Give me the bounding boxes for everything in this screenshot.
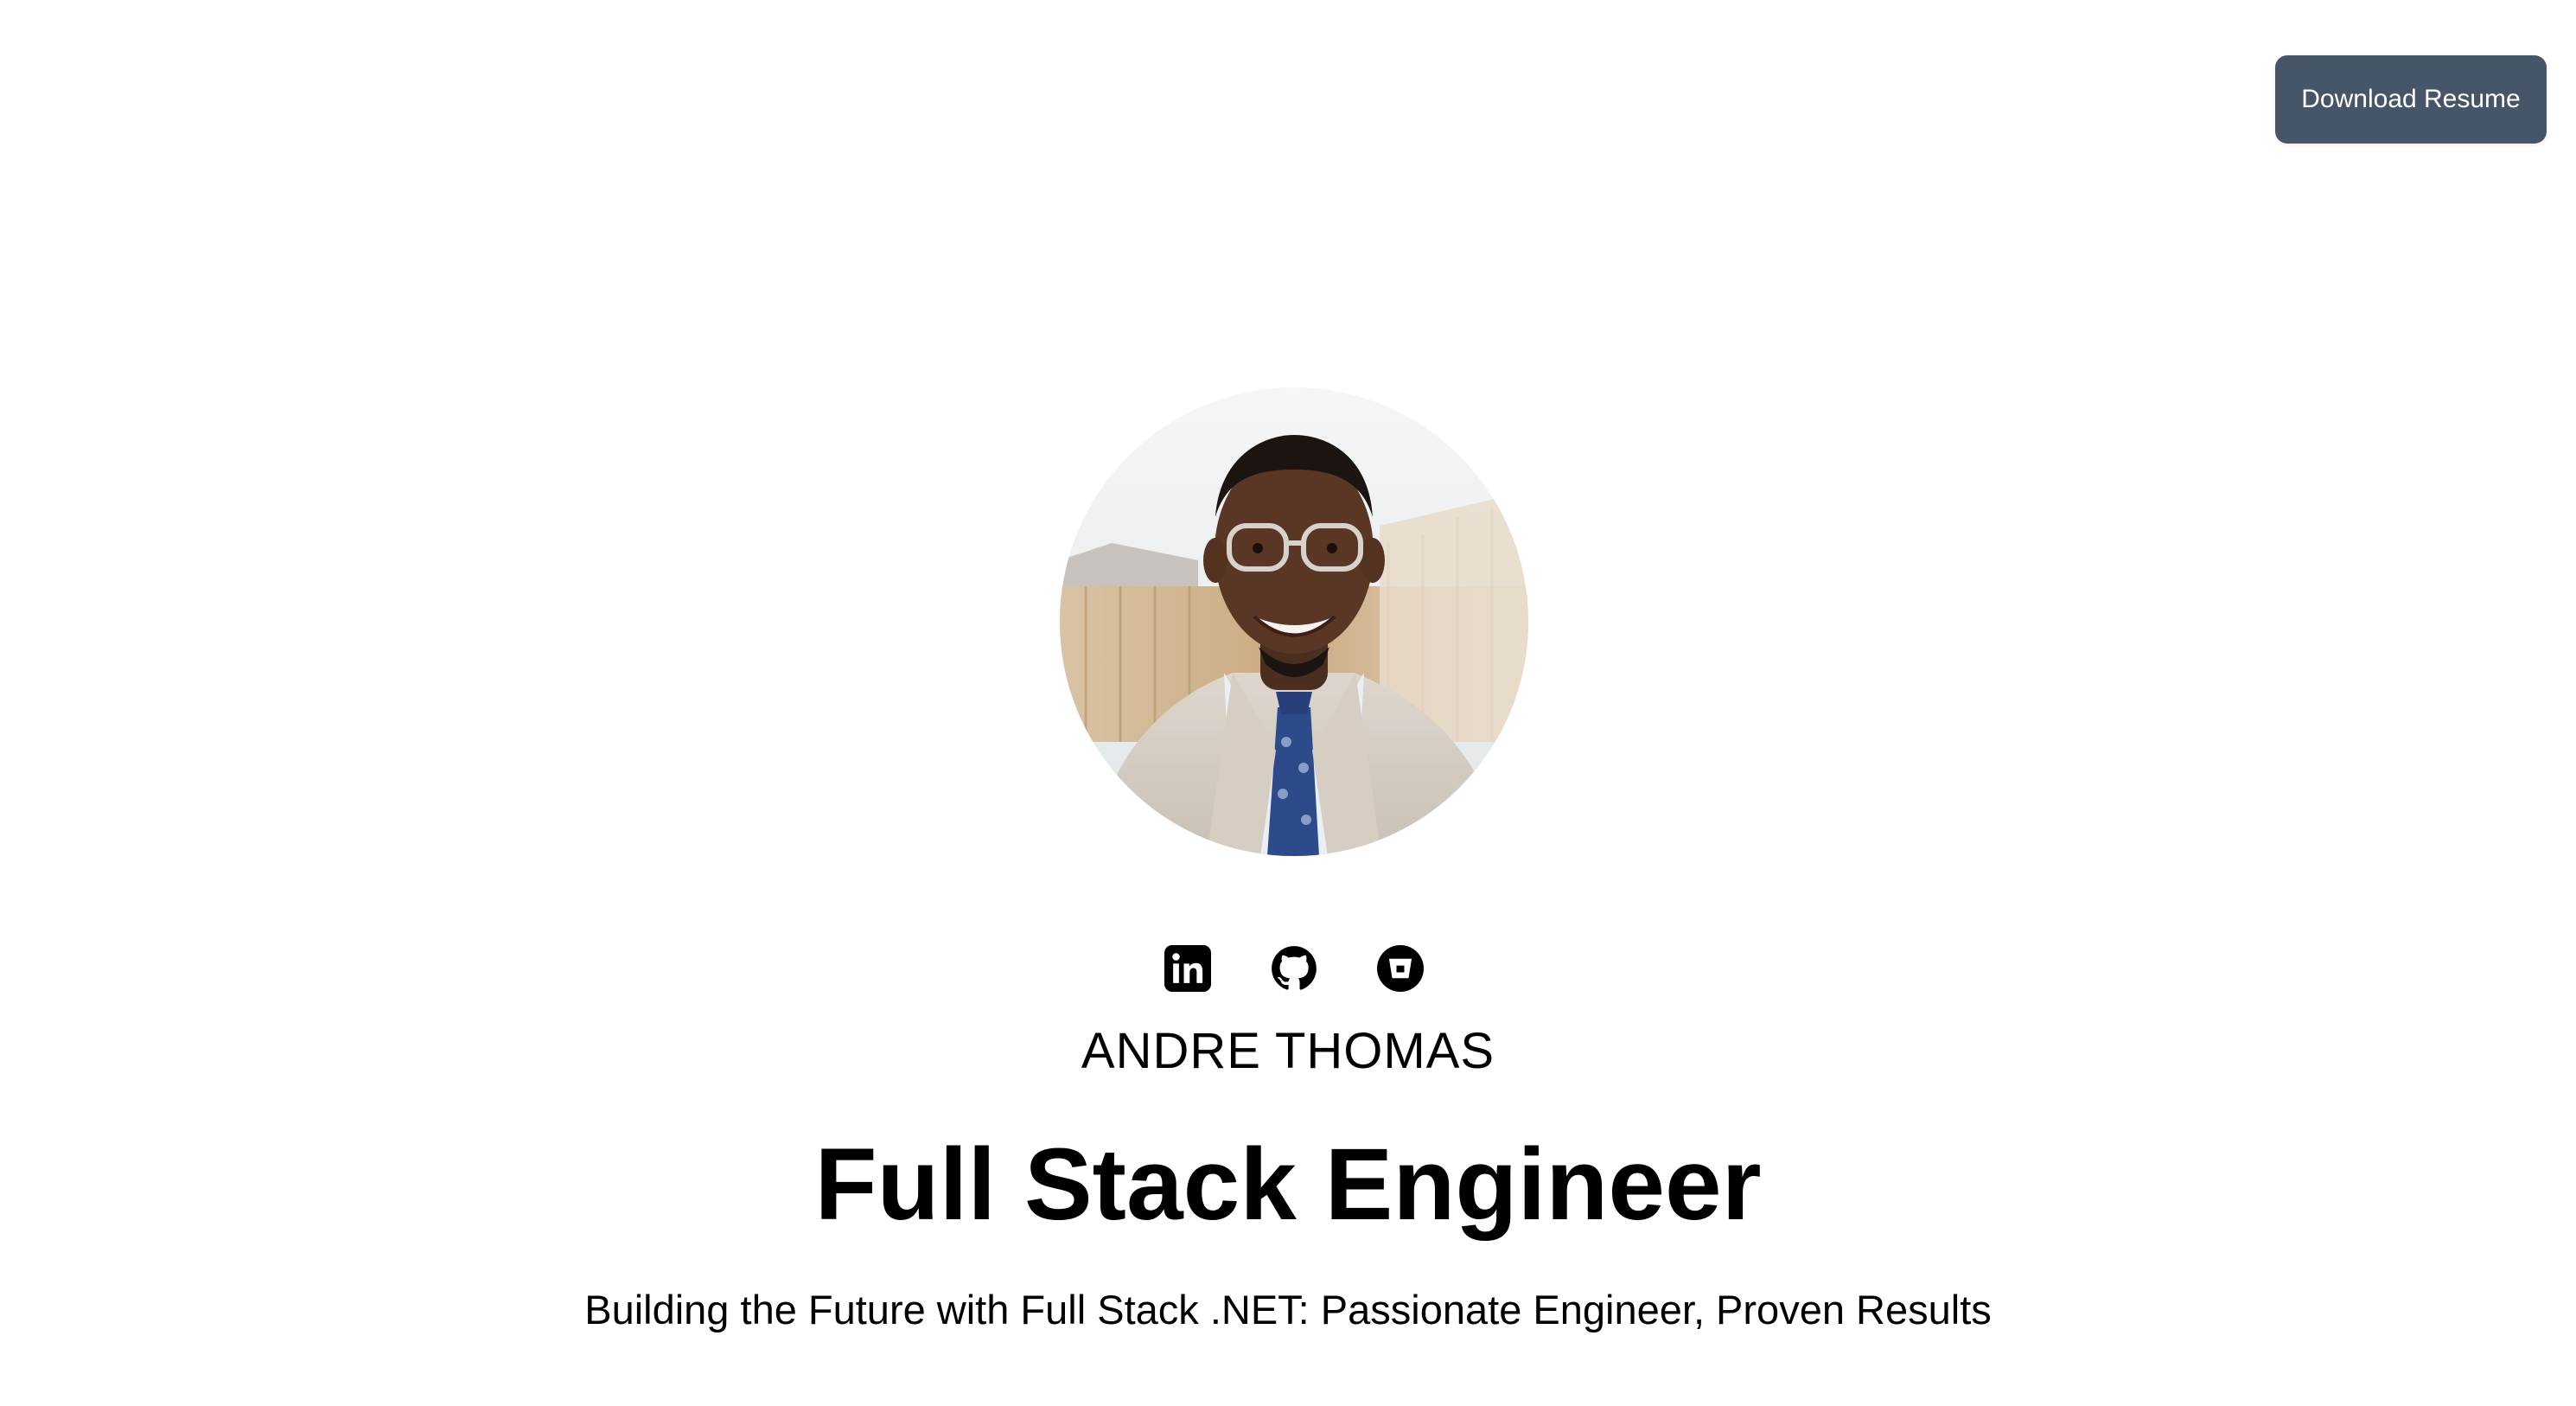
linkedin-link[interactable]: [1164, 944, 1212, 993]
person-name: ANDRE THOMAS: [1081, 1023, 1495, 1079]
download-resume-button[interactable]: Download Resume: [2275, 55, 2547, 144]
profile-photo: [1060, 387, 1528, 856]
bitbucket-icon: [1377, 945, 1424, 992]
job-title: Full Stack Engineer: [814, 1128, 1762, 1242]
social-links: [1164, 944, 1425, 993]
bitbucket-link[interactable]: [1376, 944, 1425, 993]
tagline: Building the Future with Full Stack .NET…: [584, 1287, 1992, 1333]
portfolio-page: Download Resume ANDRE THOMAS Full Stack …: [0, 0, 2576, 1406]
github-icon: [1272, 946, 1317, 990]
github-link[interactable]: [1270, 944, 1318, 993]
linkedin-icon: [1164, 945, 1211, 992]
